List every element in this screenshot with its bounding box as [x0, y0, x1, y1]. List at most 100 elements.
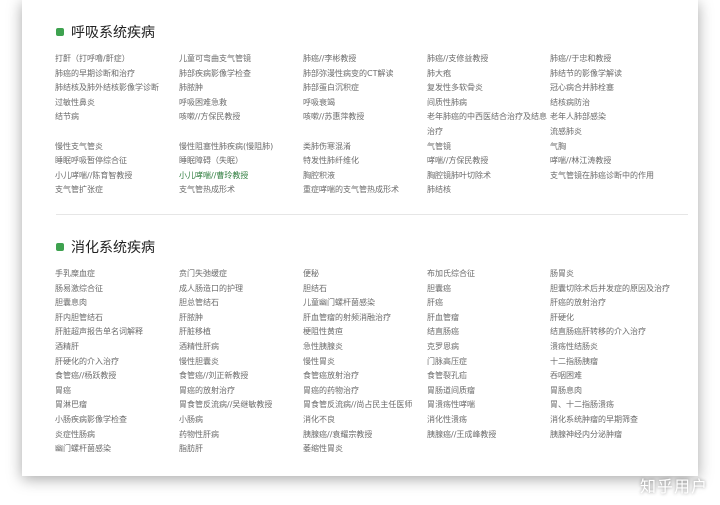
disease-link[interactable]: 小儿哮喘//陈育智教授	[55, 169, 179, 184]
disease-link[interactable]: 儿童幽门螺杆菌感染	[303, 296, 427, 311]
disease-link[interactable]: 肝癌	[427, 296, 551, 311]
disease-link[interactable]: 慢性胆囊炎	[179, 355, 303, 370]
disease-link[interactable]: 胃淋巴瘤	[55, 398, 179, 413]
disease-link[interactable]: 肠胃炎	[550, 267, 674, 282]
disease-link[interactable]: 重症哮喘的支气管热成形术	[303, 183, 427, 198]
disease-link[interactable]: 梗阻性黄疸	[303, 325, 427, 340]
disease-link[interactable]: 胃肠道间质瘤	[427, 384, 551, 399]
disease-link[interactable]: 肝硬化的介入治疗	[55, 355, 179, 370]
disease-link[interactable]: 胃癌	[55, 384, 179, 399]
disease-link[interactable]: 酒精肝	[55, 340, 179, 355]
disease-link[interactable]: 呼吸衰竭	[303, 96, 427, 111]
disease-link[interactable]: 气管镜	[427, 140, 551, 155]
disease-link[interactable]: 急性胰腺炎	[303, 340, 427, 355]
disease-link[interactable]: 气胸	[550, 140, 674, 155]
disease-link[interactable]: 咳嗽//方保民教授	[179, 110, 303, 125]
disease-link[interactable]: 消化不良	[303, 413, 427, 428]
disease-link[interactable]: 胆囊癌	[427, 282, 551, 297]
disease-link[interactable]: 胸腔镜肺叶切除术	[427, 169, 551, 184]
disease-link[interactable]: 胃癌的放射治疗	[179, 384, 303, 399]
disease-link[interactable]: 肝脏移植	[179, 325, 303, 340]
disease-link[interactable]: 肺癌的早期诊断和治疗	[55, 67, 179, 82]
disease-link[interactable]: 肺癌//李彬教授	[303, 52, 427, 67]
disease-link[interactable]: 咳嗽//苏惠萍教授	[303, 110, 427, 125]
disease-link[interactable]: 老年肺癌的中西医结合治疗及结息	[427, 110, 551, 125]
disease-link[interactable]: 十二指肠胰瘤	[550, 355, 674, 370]
disease-link[interactable]: 肺大疱	[427, 67, 551, 82]
disease-link[interactable]: 慢性阻塞性肺疾病(慢阻肺)	[179, 140, 303, 155]
disease-link[interactable]: 治疗	[427, 125, 551, 140]
disease-link[interactable]: 吞咽困难	[550, 369, 674, 384]
disease-link[interactable]: 酒精性肝病	[179, 340, 303, 355]
disease-link[interactable]: 食管癌放射治疗	[303, 369, 427, 384]
disease-link[interactable]: 结核病防治	[550, 96, 674, 111]
disease-link[interactable]: 炎症性肠病	[55, 428, 179, 443]
disease-link[interactable]: 食管裂孔疝	[427, 369, 551, 384]
disease-link[interactable]: 睡眠障碍（失眠）	[179, 154, 303, 169]
disease-link[interactable]: 布加氏综合征	[427, 267, 551, 282]
disease-link[interactable]: 胃食管反流病//吴继敏教授	[179, 398, 303, 413]
disease-link[interactable]: 复发性多软骨炎	[427, 81, 551, 96]
disease-link[interactable]: 胆总管结石	[179, 296, 303, 311]
disease-link[interactable]: 幽门螺杆菌感染	[55, 442, 179, 457]
disease-link[interactable]: 肺部疾病影像学检查	[179, 67, 303, 82]
disease-link[interactable]: 肺结核及肺外结核影像学诊断	[55, 81, 179, 96]
disease-link[interactable]: 胰腺神经内分泌肿瘤	[550, 428, 674, 443]
disease-link[interactable]: 小儿哮喘//曹玲教授	[179, 169, 303, 184]
disease-link[interactable]: 胃溃疡性哮喘	[427, 398, 551, 413]
disease-link[interactable]: 食管癌//刘正新教授	[179, 369, 303, 384]
disease-link[interactable]: 肺癌//于忠和教授	[550, 52, 674, 67]
disease-link[interactable]: 小肠病	[179, 413, 303, 428]
disease-link[interactable]: 过敏性鼻炎	[55, 96, 179, 111]
disease-link[interactable]: 间质性肺病	[427, 96, 551, 111]
disease-link[interactable]: 肺结节的影像学解读	[550, 67, 674, 82]
disease-link[interactable]: 成人肠造口的护理	[179, 282, 303, 297]
disease-link[interactable]: 慢性支气管炎	[55, 140, 179, 155]
disease-link[interactable]: 胃、十二指肠溃疡	[550, 398, 674, 413]
disease-link[interactable]: 呼吸困难急救	[179, 96, 303, 111]
disease-link[interactable]: 支气管镜在肺癌诊断中的作用	[550, 169, 674, 184]
disease-link[interactable]: 哮喘//方保民教授	[427, 154, 551, 169]
disease-link[interactable]: 肝内胆管结石	[55, 311, 179, 326]
disease-link[interactable]: 胃肠息肉	[550, 384, 674, 399]
disease-link[interactable]: 消化性溃疡	[427, 413, 551, 428]
disease-link[interactable]: 肺部弥漫性病变的CT解读	[303, 67, 427, 82]
disease-link[interactable]: 萎缩性胃炎	[303, 442, 427, 457]
disease-link[interactable]: 支气管扩张症	[55, 183, 179, 198]
disease-link[interactable]: 支气管热成形术	[179, 183, 303, 198]
disease-link[interactable]: 肺癌//支修益教授	[427, 52, 551, 67]
disease-link[interactable]: 消化系统肿瘤的早期筛查	[550, 413, 674, 428]
disease-link[interactable]: 克罗恩病	[427, 340, 551, 355]
disease-link[interactable]: 肝脓肿	[179, 311, 303, 326]
disease-link[interactable]: 药物性肝病	[179, 428, 303, 443]
disease-link[interactable]: 肝硬化	[550, 311, 674, 326]
disease-link[interactable]: 结直肠癌肝转移的介入治疗	[550, 325, 674, 340]
disease-link[interactable]: 肝脏超声报告单名词解释	[55, 325, 179, 340]
disease-link[interactable]: 肝血管瘤	[427, 311, 551, 326]
disease-link[interactable]: 门脉高压症	[427, 355, 551, 370]
disease-link[interactable]: 胃癌的药物治疗	[303, 384, 427, 399]
disease-link[interactable]: 肝血管瘤的射频消融治疗	[303, 311, 427, 326]
disease-link[interactable]: 胆囊息肉	[55, 296, 179, 311]
disease-link[interactable]: 结直肠癌	[427, 325, 551, 340]
disease-link[interactable]: 哮喘//林江涛教授	[550, 154, 674, 169]
disease-link[interactable]: 打鼾（打呼噜/鼾症）	[55, 52, 179, 67]
disease-link[interactable]: 胃食管反流病//尚占民主任医师	[303, 398, 427, 413]
disease-link[interactable]: 胰腺癌//袁耀宗教授	[303, 428, 427, 443]
disease-link[interactable]: 流感肺炎	[550, 125, 674, 140]
disease-link[interactable]: 贲门失弛缓症	[179, 267, 303, 282]
disease-link[interactable]: 肺结核	[427, 183, 551, 198]
disease-link[interactable]: 胸腔积液	[303, 169, 427, 184]
disease-link[interactable]: 肝癌的放射治疗	[550, 296, 674, 311]
disease-link[interactable]: 溃疡性结肠炎	[550, 340, 674, 355]
disease-link[interactable]: 肺脓肿	[179, 81, 303, 96]
disease-link[interactable]: 慢性胃炎	[303, 355, 427, 370]
disease-link[interactable]: 结节病	[55, 110, 179, 125]
disease-link[interactable]: 食管癌//杨跃教授	[55, 369, 179, 384]
disease-link[interactable]: 冠心病合并肺栓塞	[550, 81, 674, 96]
disease-link[interactable]: 便秘	[303, 267, 427, 282]
disease-link[interactable]: 老年人肺部感染	[550, 110, 674, 125]
disease-link[interactable]: 类肺伤寒混淆	[303, 140, 427, 155]
disease-link[interactable]: 儿童可弯曲支气管镜	[179, 52, 303, 67]
disease-link[interactable]: 睡眠呼吸暂停综合征	[55, 154, 179, 169]
